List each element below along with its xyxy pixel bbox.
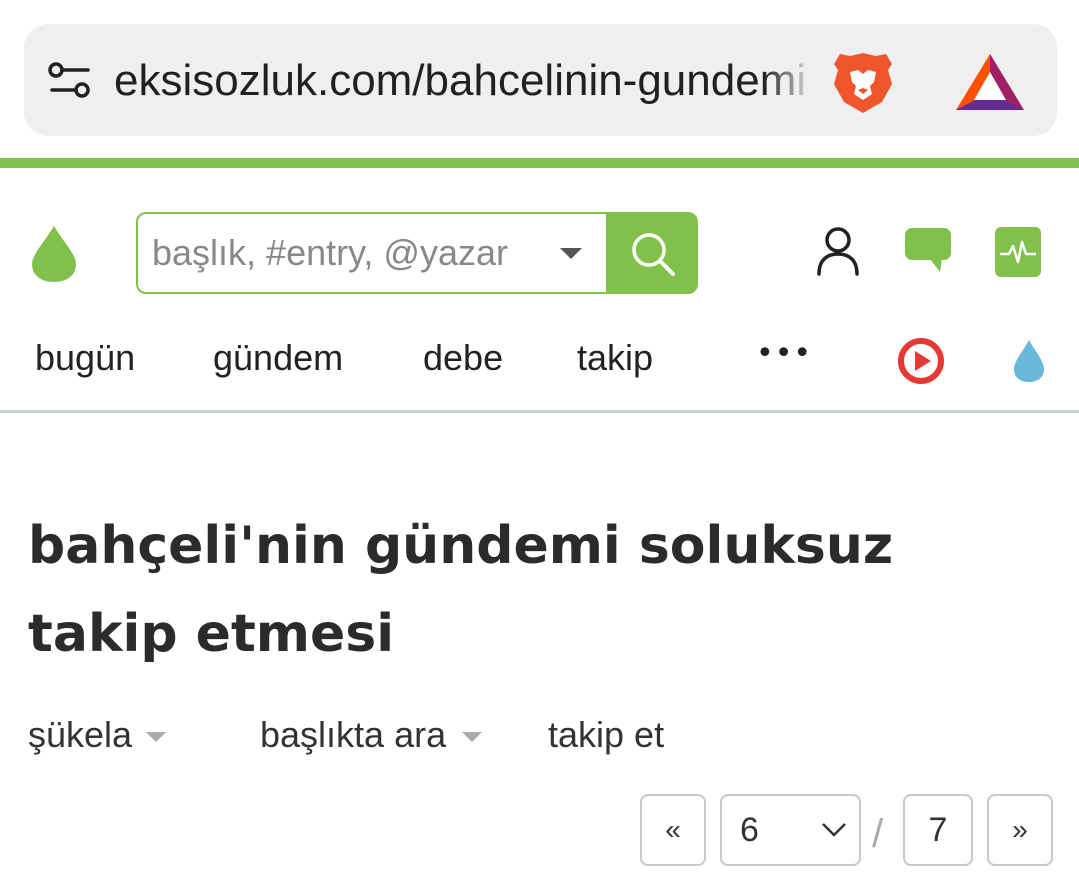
message-icon[interactable]: [904, 226, 952, 274]
nav-item-gundem[interactable]: gündem: [213, 326, 343, 390]
url-fade: [764, 44, 814, 116]
search-in-title-caret-icon[interactable]: [462, 732, 482, 742]
pager-last-page-button[interactable]: 7: [903, 794, 973, 866]
sort-dropdown[interactable]: şükela: [28, 708, 132, 762]
pager-separator: /: [872, 812, 884, 856]
chevron-down-icon: [822, 823, 846, 837]
pager-prev-button[interactable]: «: [640, 794, 706, 866]
search-input[interactable]: [152, 214, 532, 292]
blue-drop-icon[interactable]: [1012, 338, 1046, 384]
eksi-drop-logo[interactable]: [30, 224, 78, 284]
activity-icon[interactable]: [994, 226, 1042, 278]
nav-item-bugun[interactable]: bugün: [35, 326, 135, 390]
sort-caret-icon[interactable]: [146, 732, 166, 742]
brave-lion-icon[interactable]: [830, 50, 896, 116]
tune-icon[interactable]: [46, 56, 94, 104]
play-video-icon[interactable]: [898, 338, 944, 384]
search-button[interactable]: [606, 212, 698, 294]
pager-current-page: 6: [740, 811, 759, 849]
topic-title[interactable]: bahçeli'nin gündemi soluksuz takip etmes…: [28, 502, 1058, 678]
nav-item-takip[interactable]: takip: [577, 326, 653, 390]
nav-divider: [0, 410, 1079, 413]
search-in-title-dropdown[interactable]: başlıkta ara: [260, 708, 446, 762]
browser-url-bar[interactable]: eksisozluk.com/bahcelinin-gundemi-soluks…: [24, 24, 1057, 136]
url-text[interactable]: eksisozluk.com/bahcelinin-gundemi-soluks…: [114, 50, 804, 112]
pager-next-button[interactable]: »: [987, 794, 1053, 866]
follow-link[interactable]: takip et: [548, 708, 664, 762]
search-icon: [632, 233, 675, 276]
bat-triangle-icon[interactable]: [954, 52, 1026, 112]
topic-actions: şükela başlıkta ara takip et: [0, 708, 1079, 762]
nav-item-debe[interactable]: debe: [423, 326, 503, 390]
nav-more-button[interactable]: •••: [756, 326, 812, 390]
search-dropdown-caret-icon[interactable]: [560, 248, 582, 259]
user-icon[interactable]: [816, 226, 860, 276]
pager-page-select[interactable]: 6: [720, 794, 861, 866]
brand-stripe: [0, 158, 1079, 168]
search-box[interactable]: [136, 212, 608, 294]
